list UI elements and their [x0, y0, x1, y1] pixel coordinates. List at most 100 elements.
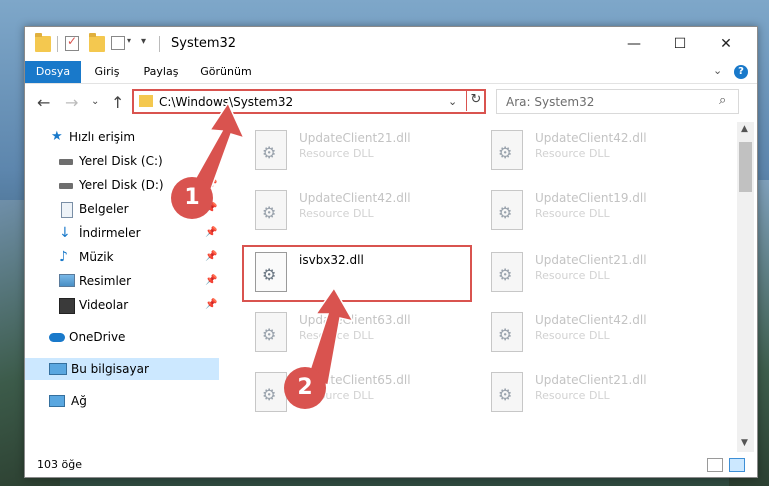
nav-item-videos[interactable]: Videolar 📌 [25, 294, 219, 316]
back-arrow-icon[interactable]: ← [37, 93, 50, 112]
close-button[interactable]: ✕ [703, 27, 749, 61]
pin-icon: 📌 [205, 275, 218, 286]
tab-share[interactable]: Paylaş [135, 61, 187, 83]
vertical-scrollbar[interactable]: ▲ ▼ [737, 122, 754, 452]
navigation-pane: ★ Hızlı erişim Yerel Disk (C:) 📌 Yerel D… [25, 122, 219, 452]
divider [159, 36, 160, 52]
folder-icon [35, 33, 51, 52]
file-name: UpdateClient21.dll [299, 131, 411, 145]
drive-icon [59, 183, 73, 189]
file-tile[interactable]: UpdateClient42.dll Resource DLL [483, 308, 703, 358]
file-name: UpdateClient63.dll [299, 313, 411, 327]
ribbon: Dosya Giriş Paylaş Görünüm ⌄ ? [25, 61, 757, 84]
dll-file-icon [491, 130, 523, 170]
star-icon: ★ [51, 129, 63, 144]
file-type: Resource DLL [535, 329, 610, 342]
new-folder-icon[interactable] [89, 33, 105, 52]
forward-arrow-icon[interactable]: → [65, 93, 78, 112]
file-type: Resource DLL [535, 147, 610, 160]
file-tile[interactable]: UpdateClient21.dll Resource DLL [247, 126, 467, 176]
pictures-icon [59, 274, 75, 287]
recent-locations-icon[interactable]: ⌄ [91, 96, 99, 107]
search-placeholder: Ara: System32 [506, 95, 595, 109]
file-name: UpdateClient42.dll [535, 313, 647, 327]
scroll-down-icon[interactable]: ▼ [741, 438, 748, 448]
file-name: UpdateClient19.dll [535, 191, 647, 205]
scroll-thumb[interactable] [739, 142, 752, 192]
video-icon [59, 298, 75, 314]
large-icons-view-icon[interactable] [729, 458, 745, 472]
file-name: UpdateClient21.dll [535, 373, 647, 387]
folder-icon [139, 95, 153, 107]
nav-label: Bu bilgisayar [71, 362, 149, 376]
file-type: Resource DLL [299, 329, 374, 342]
cloud-icon [49, 333, 65, 342]
computer-icon [49, 363, 67, 375]
nav-label: Hızlı erişim [69, 130, 136, 144]
dll-file-icon [491, 372, 523, 412]
tab-home[interactable]: Giriş [85, 61, 129, 83]
nav-quick-access[interactable]: ★ Hızlı erişim [25, 126, 219, 148]
file-tile[interactable]: UpdateClient65.dll Resource DLL [247, 368, 467, 418]
nav-onedrive[interactable]: OneDrive [25, 326, 219, 348]
nav-item-pictures[interactable]: Resimler 📌 [25, 270, 219, 292]
nav-item-music[interactable]: ♪ Müzik 📌 [25, 246, 219, 268]
tab-file[interactable]: Dosya [25, 61, 81, 83]
nav-label: Ağ [71, 394, 87, 408]
nav-label: Videolar [79, 298, 129, 312]
nav-label: İndirmeler [79, 226, 141, 240]
file-name: UpdateClient21.dll [535, 253, 647, 267]
highlight-box-file [242, 245, 472, 302]
window-title: System32 [171, 36, 237, 51]
search-icon[interactable]: ⌕ [719, 93, 726, 108]
file-tile[interactable]: UpdateClient63.dll Resource DLL [247, 308, 467, 358]
dll-file-icon [255, 130, 287, 170]
status-bar: 103 öğe [25, 454, 757, 476]
file-tile[interactable]: UpdateClient21.dll Resource DLL [483, 368, 703, 418]
expand-ribbon-icon[interactable]: ⌄ [713, 64, 722, 77]
tab-view[interactable]: Görünüm [193, 61, 259, 83]
file-type: Resource DLL [299, 147, 374, 160]
dll-file-icon [255, 190, 287, 230]
nav-label: Yerel Disk (D:) [79, 178, 164, 192]
callout-step-2: 2 [284, 367, 326, 409]
address-bar[interactable]: C:\Windows\System32 ⌄ ↻ [132, 89, 486, 114]
network-icon [49, 395, 65, 407]
nav-label: Resimler [79, 274, 132, 288]
nav-this-pc[interactable]: Bu bilgisayar [25, 358, 219, 380]
title-bar: ✓ ▾ ▾ System32 — ☐ ✕ [25, 27, 757, 61]
details-view-icon[interactable] [707, 458, 723, 472]
view-options-icon[interactable] [111, 36, 125, 50]
drive-icon [59, 159, 73, 165]
nav-network[interactable]: Ağ [25, 390, 219, 412]
properties-icon[interactable]: ✓ [65, 34, 79, 51]
pin-icon: 📌 [205, 251, 218, 262]
pin-icon: 📌 [205, 227, 218, 238]
file-tile[interactable]: UpdateClient21.dll Resource DLL [483, 248, 703, 298]
file-tile[interactable]: UpdateClient42.dll Resource DLL [247, 186, 467, 236]
download-icon: ↓ [59, 225, 71, 241]
file-tile[interactable]: UpdateClient19.dll Resource DLL [483, 186, 703, 236]
callout-step-1: 1 [171, 177, 213, 219]
file-name: UpdateClient42.dll [299, 191, 411, 205]
nav-item-downloads[interactable]: ↓ İndirmeler 📌 [25, 222, 219, 244]
maximize-button[interactable]: ☐ [657, 27, 703, 61]
item-count: 103 öğe [37, 458, 82, 471]
scroll-up-icon[interactable]: ▲ [741, 124, 748, 134]
file-tile[interactable]: UpdateClient42.dll Resource DLL [483, 126, 703, 176]
file-type: Resource DLL [535, 207, 610, 220]
nav-label: OneDrive [69, 330, 126, 344]
address-path[interactable]: C:\Windows\System32 [159, 95, 293, 109]
refresh-icon[interactable]: ↻ [466, 89, 485, 111]
chevron-down-icon[interactable]: ⌄ [448, 95, 457, 108]
file-name: UpdateClient42.dll [535, 131, 647, 145]
music-icon: ♪ [59, 249, 68, 265]
nav-label: Müzik [79, 250, 114, 264]
help-icon[interactable]: ? [734, 65, 748, 79]
customize-toolbar-icon[interactable]: ▾ [141, 36, 157, 52]
up-arrow-icon[interactable]: ↑ [111, 93, 124, 112]
minimize-button[interactable]: — [611, 27, 657, 61]
file-type: Resource DLL [299, 207, 374, 220]
nav-item-disk-c[interactable]: Yerel Disk (C:) 📌 [25, 150, 219, 172]
search-input[interactable]: Ara: System32 ⌕ [496, 89, 739, 114]
